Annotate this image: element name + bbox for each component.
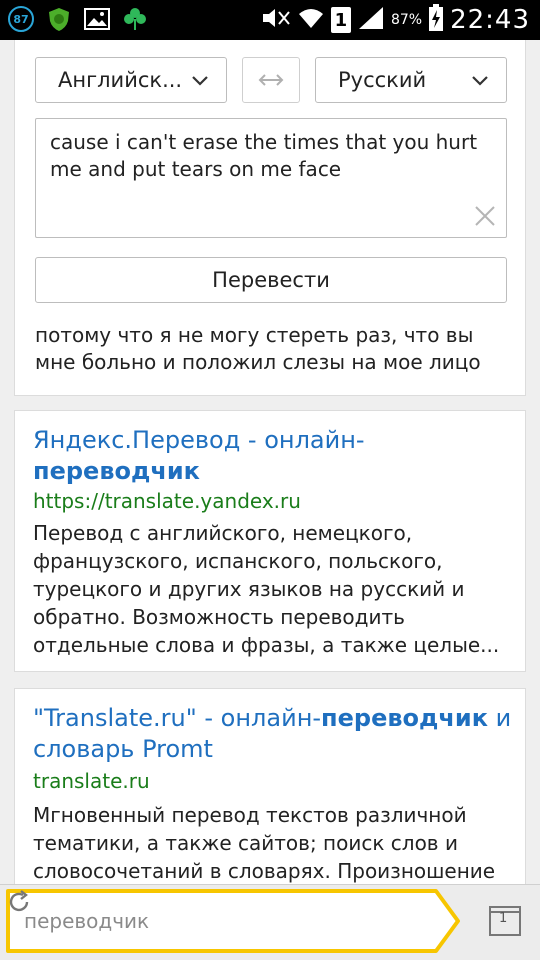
result-url[interactable]: https://translate.yandex.ru xyxy=(33,489,301,513)
result-snippet: Мгновенный перевод текстов различной тем… xyxy=(33,803,496,883)
source-text: cause i can't erase the times that you h… xyxy=(50,130,478,181)
search-query-text: переводчик xyxy=(24,909,150,933)
tabs-button[interactable]: 1 xyxy=(486,903,524,939)
swap-languages-button[interactable] xyxy=(242,57,300,103)
search-result: Яндекс.Перевод - онлайн-переводчик https… xyxy=(14,410,526,672)
result-title-text: "Translate.ru" - онлайн- xyxy=(33,704,322,732)
result-url[interactable]: translate.ru xyxy=(33,769,150,793)
source-language-select[interactable]: Английск... xyxy=(35,57,227,103)
sim-icon: 1 xyxy=(330,7,351,33)
target-language-select[interactable]: Русский xyxy=(315,57,507,103)
translator-card: Английск... Русский cause i can't erase … xyxy=(14,40,526,396)
swap-arrows-icon xyxy=(258,74,284,86)
result-title-link[interactable]: "Translate.ru" - онлайн-переводчик и сло… xyxy=(33,703,513,765)
translation-result: потому что я не могу стереть раз, что вы… xyxy=(35,323,481,374)
result-title-highlight: переводчик xyxy=(321,704,489,732)
chevron-down-icon xyxy=(472,76,488,86)
search-result: "Translate.ru" - онлайн-переводчик и сло… xyxy=(14,688,526,898)
close-icon[interactable] xyxy=(474,205,496,227)
source-language-label: Английск... xyxy=(58,68,183,92)
gallery-icon xyxy=(84,6,110,32)
tab-count: 1 xyxy=(499,911,508,926)
signal-icon xyxy=(357,5,385,35)
result-title-highlight: переводчик xyxy=(33,457,200,485)
status-bar: 87 1 87% 22:43 xyxy=(0,0,540,40)
mute-icon xyxy=(261,6,291,34)
source-text-input[interactable]: cause i can't erase the times that you h… xyxy=(35,118,507,238)
shield-icon xyxy=(46,6,72,32)
search-input[interactable]: переводчик xyxy=(6,889,462,953)
chevron-down-icon xyxy=(192,76,208,86)
refresh-icon[interactable] xyxy=(6,889,32,915)
target-language-label: Русский xyxy=(338,68,427,92)
translate-button[interactable]: Перевести xyxy=(35,257,507,303)
battery-percent: 87% xyxy=(390,12,423,28)
result-title-text: Яндекс.Перевод - онлайн- xyxy=(33,426,365,454)
bottom-bar: переводчик 1 xyxy=(0,884,540,960)
notification-87-icon: 87 xyxy=(8,6,34,32)
clock: 22:43 xyxy=(450,5,530,35)
wifi-icon xyxy=(297,6,325,34)
result-title-link[interactable]: Яндекс.Перевод - онлайн-переводчик xyxy=(33,425,513,487)
result-snippet: Перевод с английского, немецкого, францу… xyxy=(33,521,500,657)
clover-icon xyxy=(122,6,148,32)
battery-charging-icon xyxy=(428,4,444,36)
